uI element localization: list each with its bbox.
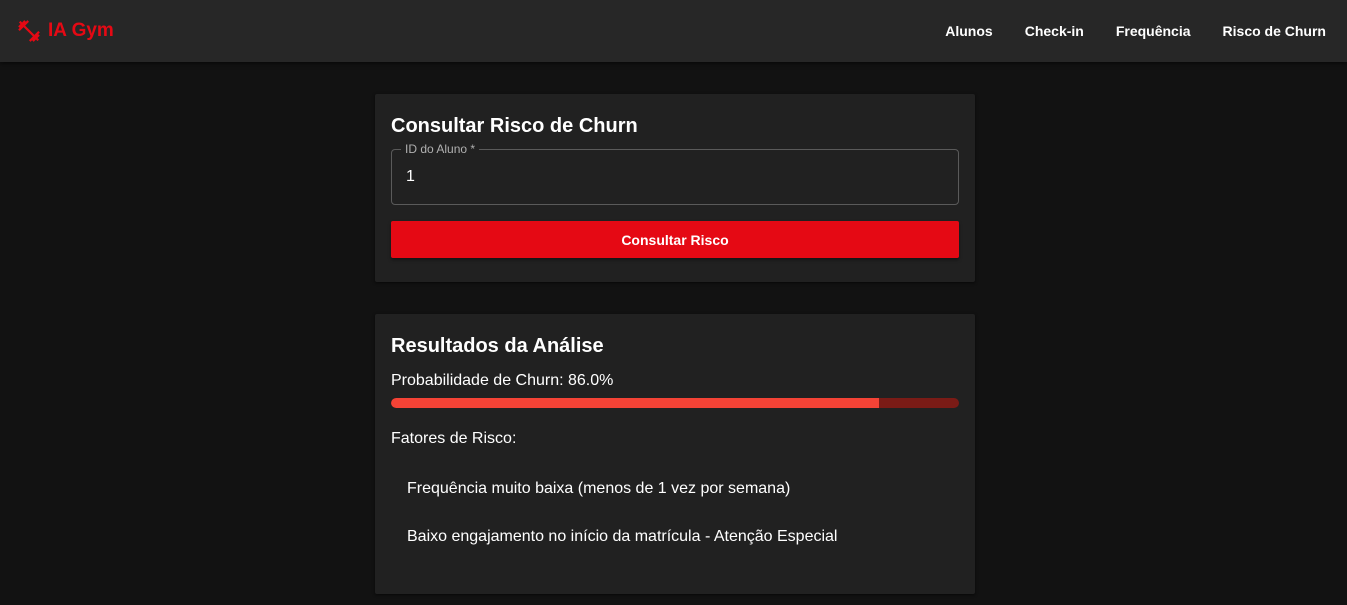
brand-name: IA Gym xyxy=(48,20,114,41)
results-card: Resultados da Análise Probabilidade de C… xyxy=(375,314,975,594)
results-card-title: Resultados da Análise xyxy=(391,335,604,357)
risk-factors-title: Fatores de Risco: xyxy=(391,430,517,447)
risk-factor-item: Frequência muito baixa (menos de 1 vez p… xyxy=(407,480,791,497)
churn-probability-label: Probabilidade de Churn: 86.0% xyxy=(391,372,614,389)
nav-item-risco-de-churn[interactable]: Risco de Churn xyxy=(1223,23,1326,39)
nav-item-frequencia[interactable]: Frequência xyxy=(1116,23,1191,39)
brand-link[interactable]: IA Gym xyxy=(16,17,114,45)
student-id-input[interactable] xyxy=(393,151,957,203)
nav-item-check-in[interactable]: Check-in xyxy=(1025,23,1084,39)
check-risk-button[interactable]: Consultar Risco xyxy=(391,221,959,258)
churn-probability-fill xyxy=(391,398,880,408)
query-card: Consultar Risco de Churn ID do Aluno * C… xyxy=(375,94,975,282)
nav-links: Alunos Check-in Frequência Risco de Chur… xyxy=(913,0,1326,62)
student-id-field: ID do Aluno * xyxy=(391,142,959,205)
churn-probability-bar xyxy=(391,398,959,408)
risk-factor-item: Baixo engajamento no início da matrícula… xyxy=(407,528,838,545)
app-navbar: IA Gym Alunos Check-in Frequência Risco … xyxy=(0,0,1347,62)
dumbbell-icon xyxy=(16,18,42,44)
nav-item-alunos[interactable]: Alunos xyxy=(945,23,992,39)
risk-factors-list: Frequência muito baixa (menos de 1 vez p… xyxy=(407,480,837,576)
query-card-title: Consultar Risco de Churn xyxy=(391,115,638,137)
